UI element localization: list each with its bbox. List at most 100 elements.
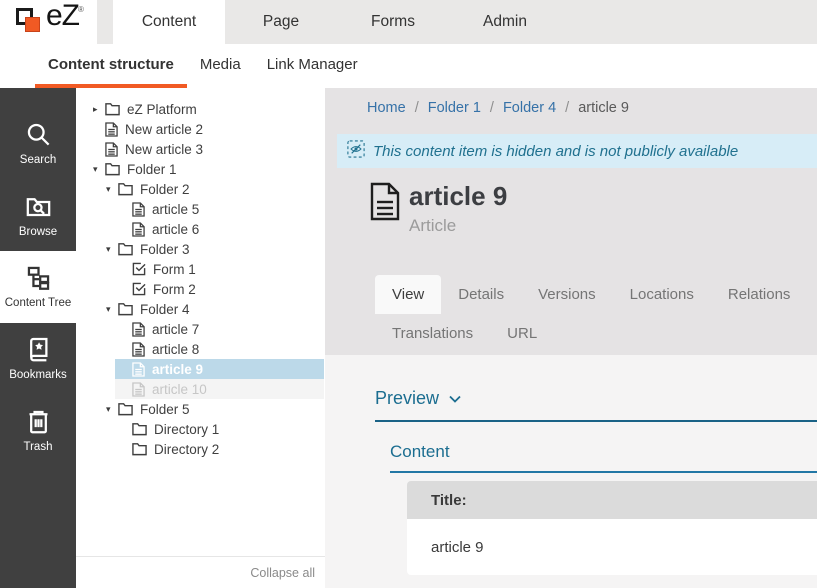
tree-item-directory-2[interactable]: Directory 2 [132, 439, 325, 459]
ez-logo-icon: eZ ® [16, 5, 86, 39]
caret-down-icon[interactable]: ▾ [106, 405, 118, 414]
sidebar-item-label: Search [20, 154, 56, 167]
caret-right-icon[interactable]: ▸ [93, 105, 105, 114]
caret-down-icon[interactable]: ▾ [106, 185, 118, 194]
breadcrumb-link-folder-1[interactable]: Folder 1 [428, 100, 481, 116]
tree-item-article-10[interactable]: article 10 [115, 379, 324, 399]
subnav-tab-media[interactable]: Media [187, 44, 254, 88]
preview-section-toggle[interactable]: Preview [375, 388, 817, 422]
caret-down-icon[interactable]: ▾ [93, 165, 105, 174]
tree-item-directory-1[interactable]: Directory 1 [132, 419, 325, 439]
tree-item-label: article 10 [152, 382, 207, 397]
sidebar-item-search[interactable]: Search [0, 108, 76, 180]
logo-orange-square [25, 17, 40, 32]
sidebar-item-label: Browse [19, 226, 57, 239]
tab-view[interactable]: View [375, 275, 441, 314]
article-icon [132, 342, 145, 357]
sidebar-item-content-tree[interactable]: Content Tree [0, 251, 76, 323]
preview-section-label: Preview [375, 388, 439, 409]
article-icon [132, 202, 145, 217]
tree-item-form-1[interactable]: Form 1 [132, 259, 325, 279]
content-tree-icon [25, 264, 52, 291]
content-header: Home/Folder 1/Folder 4/article 9 This co… [325, 88, 817, 355]
content-title-block: article 9 Article [370, 182, 507, 236]
article-icon [132, 222, 145, 237]
ez-logo[interactable]: eZ ® [0, 0, 97, 44]
folder-icon [132, 442, 147, 456]
tree-item-label: Directory 2 [154, 442, 219, 457]
tree-item-folder-5[interactable]: ▾ Folder 5 [106, 399, 325, 419]
form-icon [132, 262, 146, 276]
tree-item-label: Form 2 [153, 282, 196, 297]
breadcrumb-separator: / [415, 100, 419, 116]
topnav-tab-content[interactable]: Content [113, 0, 225, 44]
content-tree: ▸eZ PlatformNew article 2New article 3▾F… [76, 88, 325, 459]
tree-item-new-article-2[interactable]: New article 2 [105, 119, 325, 139]
tab-details[interactable]: Details [441, 275, 521, 314]
tree-item-article-6[interactable]: article 6 [132, 219, 325, 239]
tree-item-article-8[interactable]: article 8 [132, 339, 325, 359]
tree-item-label: Form 1 [153, 262, 196, 277]
folder-icon [118, 302, 133, 316]
topnav-tab-admin[interactable]: Admin [449, 0, 561, 44]
form-icon [132, 282, 146, 296]
sidebar-item-label: Bookmarks [9, 369, 67, 382]
content-body: Preview Content Title:article 9 [325, 355, 817, 575]
tree-item-label: Directory 1 [154, 422, 219, 437]
folder-icon [118, 182, 133, 196]
tree-item-label: Folder 4 [140, 302, 190, 317]
caret-down-icon[interactable]: ▾ [106, 305, 118, 314]
tree-item-label: article 8 [152, 342, 199, 357]
collapse-all-button[interactable]: Collapse all [250, 566, 315, 580]
tree-item-folder-4[interactable]: ▾ Folder 4 [106, 299, 325, 319]
tab-relations[interactable]: Relations [711, 275, 808, 314]
article-icon [132, 382, 145, 397]
breadcrumb-link-folder-4[interactable]: Folder 4 [503, 100, 556, 116]
caret-down-icon[interactable]: ▾ [106, 245, 118, 254]
tab-versions[interactable]: Versions [521, 275, 613, 314]
tree-item-article-7[interactable]: article 7 [132, 319, 325, 339]
page-title: article 9 [409, 182, 507, 212]
top-navigation: eZ ® ContentPageFormsAdmin [0, 0, 817, 44]
folder-icon [132, 422, 147, 436]
sidebar-item-browse[interactable]: Browse [0, 180, 76, 252]
tab-url[interactable]: URL [490, 314, 554, 353]
folder-icon [105, 102, 120, 116]
tree-item-label: Folder 2 [140, 182, 190, 197]
subnav-tab-link-manager[interactable]: Link Manager [254, 44, 371, 88]
tab-translations[interactable]: Translations [375, 314, 490, 353]
folder-icon [105, 162, 120, 176]
notice-text: This content item is hidden and is not p… [373, 143, 738, 160]
topnav-tab-forms[interactable]: Forms [337, 0, 449, 44]
tree-item-new-article-3[interactable]: New article 3 [105, 139, 325, 159]
logo-registered-mark: ® [78, 5, 84, 14]
breadcrumb-current: article 9 [578, 100, 629, 116]
tree-item-form-2[interactable]: Form 2 [132, 279, 325, 299]
tree-item-ez-platform[interactable]: ▸eZ Platform [93, 99, 325, 119]
tree-item-label: Folder 5 [140, 402, 190, 417]
tree-item-folder-1[interactable]: ▾Folder 1 [93, 159, 325, 179]
topnav-tab-page[interactable]: Page [225, 0, 337, 44]
breadcrumb-separator: / [490, 100, 494, 116]
sidebar-item-bookmarks[interactable]: Bookmarks [0, 323, 76, 395]
tree-item-folder-2[interactable]: ▾ Folder 2 [106, 179, 325, 199]
tree-item-label: Folder 3 [140, 242, 190, 257]
browse-icon [25, 193, 52, 220]
sidebar-item-trash[interactable]: Trash [0, 395, 76, 467]
field-label: Title: [407, 481, 817, 519]
main-content: Home/Folder 1/Folder 4/article 9 This co… [325, 88, 817, 588]
tree-item-label: New article 3 [125, 142, 203, 157]
tree-item-article-9[interactable]: article 9 [115, 359, 324, 379]
breadcrumb-link-home[interactable]: Home [367, 100, 406, 116]
field-value: article 9 [407, 519, 817, 575]
field-table: Title:article 9 [407, 481, 817, 575]
bookmarks-icon [25, 336, 52, 363]
tree-item-article-5[interactable]: article 5 [132, 199, 325, 219]
breadcrumb: Home/Folder 1/Folder 4/article 9 [367, 100, 629, 116]
chevron-down-icon [439, 390, 461, 408]
document-icon [370, 182, 400, 236]
tree-item-folder-3[interactable]: ▾ Folder 3 [106, 239, 325, 259]
subnav-tab-content-structure[interactable]: Content structure [35, 44, 187, 88]
tab-locations[interactable]: Locations [613, 275, 711, 314]
tree-item-label: article 9 [152, 362, 203, 377]
